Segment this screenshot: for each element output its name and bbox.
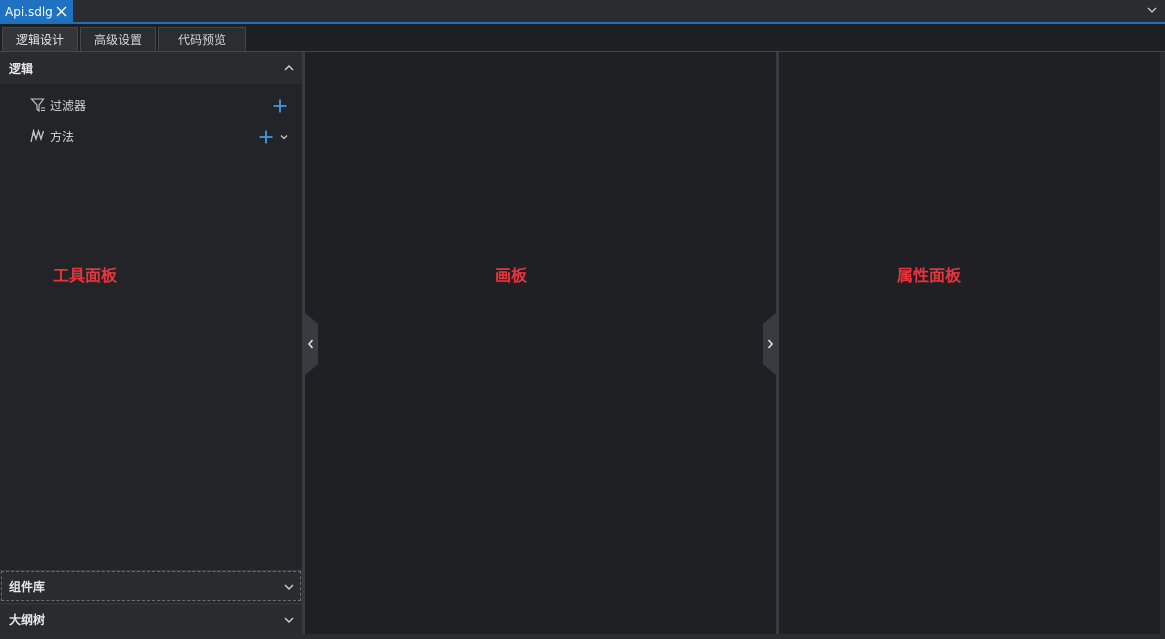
property-panel-annotation: 属性面板 (897, 266, 962, 285)
bottom-edge (0, 634, 1165, 639)
tool-panel: 逻辑 过滤器 方法 工具面板 组件库 大纲树 (0, 52, 302, 639)
collapse-left-panel-button[interactable] (304, 312, 318, 376)
tool-item-method[interactable]: 方法 (30, 125, 74, 147)
document-tab-bar (0, 0, 1165, 22)
section-title: 组件库 (9, 580, 46, 594)
logic-section-header[interactable]: 逻辑 (0, 52, 302, 84)
canvas[interactable]: 画板 (305, 52, 776, 639)
chevron-down-icon[interactable] (279, 132, 289, 142)
canvas-annotation: 画板 (495, 266, 528, 285)
chevron-up-icon[interactable] (282, 61, 296, 75)
add-filter-button[interactable] (272, 98, 288, 114)
section-title: 大纲树 (9, 613, 46, 627)
right-edge (1160, 52, 1165, 639)
tab-advanced-settings[interactable]: 高级设置 (80, 27, 156, 51)
section-title: 逻辑 (9, 61, 34, 76)
component-library-header[interactable]: 组件库 (0, 570, 302, 602)
chevron-down-icon[interactable] (1145, 3, 1159, 17)
tab-label: 高级设置 (93, 33, 142, 47)
subtab-strip: 逻辑设计 高级设置 代码预览 (0, 24, 1165, 52)
close-icon[interactable] (55, 5, 68, 18)
tab-label: 代码预览 (177, 33, 226, 47)
method-icon (30, 128, 45, 143)
chevron-down-icon[interactable] (282, 613, 296, 627)
tool-panel-annotation: 工具面板 (53, 266, 118, 285)
document-tab[interactable]: Api.sdlg (0, 0, 73, 24)
tool-item-filter[interactable]: 过滤器 (30, 94, 86, 116)
filter-icon (30, 98, 45, 113)
property-panel: 属性面板 (779, 52, 1160, 639)
tool-item-label: 方法 (50, 129, 75, 144)
tab-label: 逻辑设计 (15, 33, 64, 47)
tool-item-label: 过滤器 (50, 98, 87, 113)
add-method-button[interactable] (258, 129, 274, 145)
chevron-down-icon[interactable] (282, 580, 296, 594)
document-tab-title: Api.sdlg (5, 5, 53, 19)
tab-code-preview[interactable]: 代码预览 (158, 27, 246, 51)
tab-logic-design[interactable]: 逻辑设计 (2, 27, 78, 51)
outline-tree-header[interactable]: 大纲树 (0, 603, 302, 635)
collapse-right-panel-button[interactable] (763, 312, 777, 376)
